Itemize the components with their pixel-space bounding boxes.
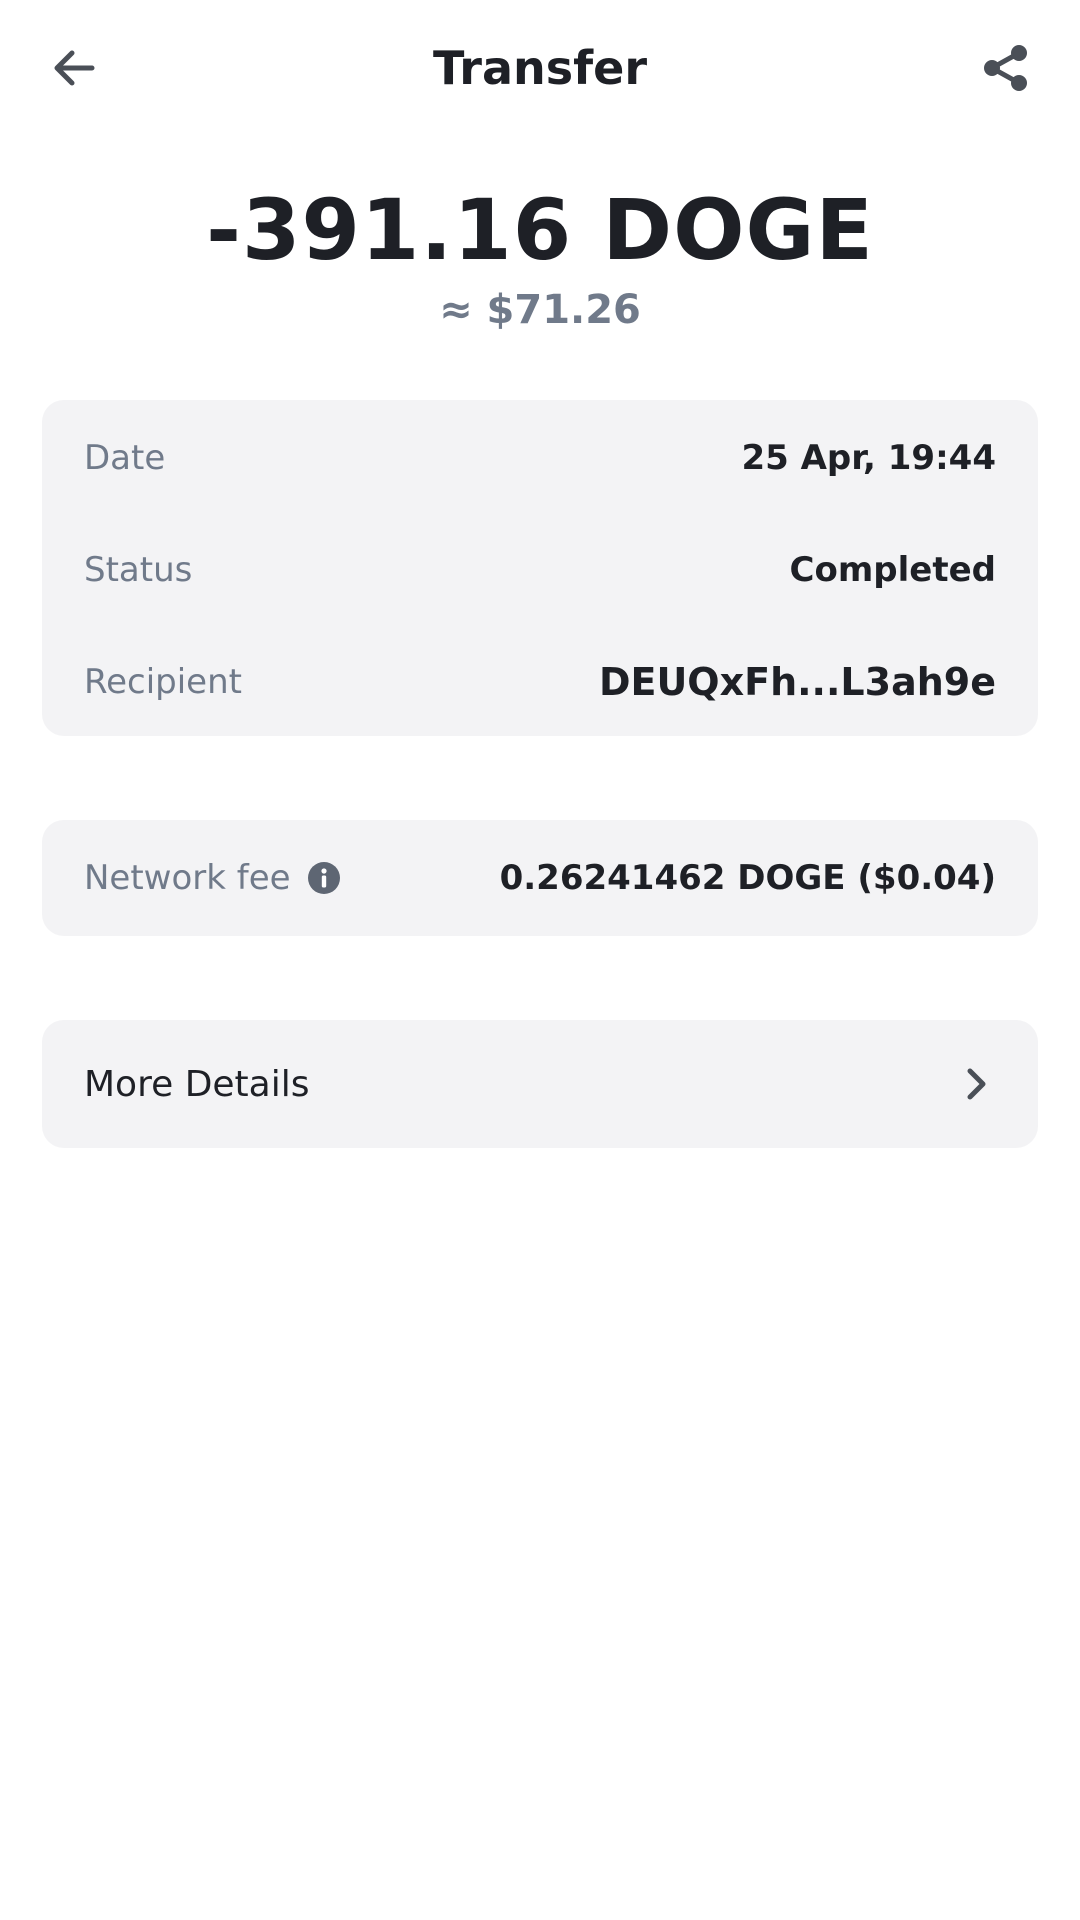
more-details-button[interactable]: More Details	[42, 1020, 1038, 1148]
recipient-label: Recipient	[84, 662, 242, 702]
network-fee-label: Network fee	[84, 858, 291, 898]
transaction-details-card: Date 25 Apr, 19:44 Status Completed Reci…	[42, 400, 1038, 736]
fiat-equivalent: ≈ $71.26	[439, 287, 641, 333]
network-fee-row: Network fee 0.26241462 DOGE ($0.04)	[84, 850, 996, 906]
network-fee-card: Network fee 0.26241462 DOGE ($0.04)	[42, 820, 1038, 936]
share-button[interactable]	[974, 36, 1038, 100]
status-row: Status Completed	[84, 542, 996, 598]
network-fee-value: 0.26241462 DOGE ($0.04)	[499, 858, 996, 898]
recipient-row[interactable]: Recipient DEUQxFh...L3ah9e	[84, 654, 996, 710]
share-icon	[984, 45, 1027, 91]
top-bar: Transfer	[0, 0, 1080, 136]
date-value: 25 Apr, 19:44	[741, 438, 996, 478]
status-value: Completed	[789, 550, 996, 590]
info-icon[interactable]	[307, 861, 341, 895]
transfer-amount: -391.16 DOGE	[206, 181, 874, 279]
date-label: Date	[84, 438, 166, 478]
transfer-detail-screen: Transfer -391.16 DOGE ≈ $71.26 Date 25 A…	[0, 0, 1080, 1920]
date-row: Date 25 Apr, 19:44	[84, 430, 996, 486]
more-details-row[interactable]: More Details	[84, 1056, 996, 1112]
network-fee-label-group: Network fee	[84, 858, 341, 898]
status-label: Status	[84, 550, 193, 590]
chevron-right-icon	[956, 1064, 996, 1104]
recipient-address[interactable]: DEUQxFh...L3ah9e	[599, 660, 996, 704]
page-title: Transfer	[432, 41, 648, 95]
more-details-label: More Details	[84, 1063, 310, 1105]
